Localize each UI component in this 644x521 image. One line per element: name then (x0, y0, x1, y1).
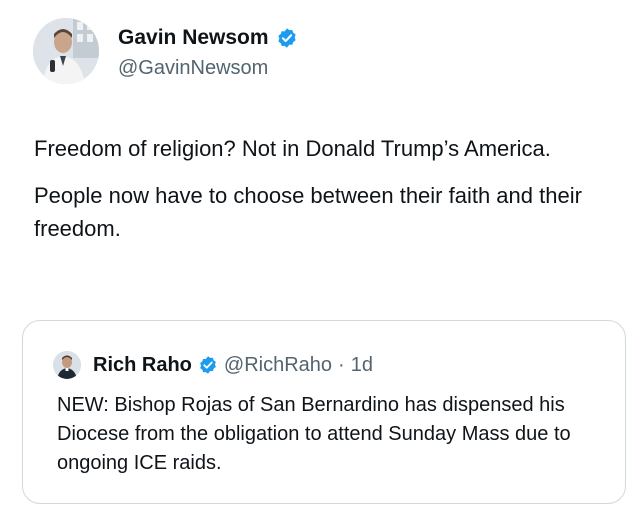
quoted-verified-badge-icon (198, 355, 218, 375)
quoted-author-handle[interactable]: @RichRaho (224, 354, 332, 377)
quoted-tweet-text: NEW: Bishop Rojas of San Bernardino has … (57, 394, 571, 474)
quoted-separator: · (338, 353, 345, 376)
verified-badge-icon (276, 27, 298, 49)
quoted-tweet[interactable]: Rich Raho @RichRaho · 1d NEW: Bishop Roj… (22, 320, 626, 504)
author-handle[interactable]: @GavinNewsom (118, 56, 298, 80)
author-avatar[interactable] (33, 18, 99, 84)
tweet-paragraph-2: People now have to choose between their … (34, 183, 582, 241)
tweet-paragraph-1: Freedom of religion? Not in Donald Trump… (34, 136, 551, 161)
quoted-author-avatar[interactable] (53, 351, 81, 379)
quoted-tweet-header: Rich Raho @RichRaho · 1d (53, 351, 373, 379)
author-name[interactable]: Gavin Newsom (118, 26, 269, 50)
quoted-author-name[interactable]: Rich Raho (93, 354, 192, 377)
author-info: Gavin Newsom @GavinNewsom (118, 26, 298, 80)
quoted-timestamp[interactable]: 1d (351, 354, 373, 377)
tweet-text: Freedom of religion? Not in Donald Trump… (34, 132, 624, 245)
tweet-card: Gavin Newsom @GavinNewsom Freedom of rel… (0, 0, 644, 521)
